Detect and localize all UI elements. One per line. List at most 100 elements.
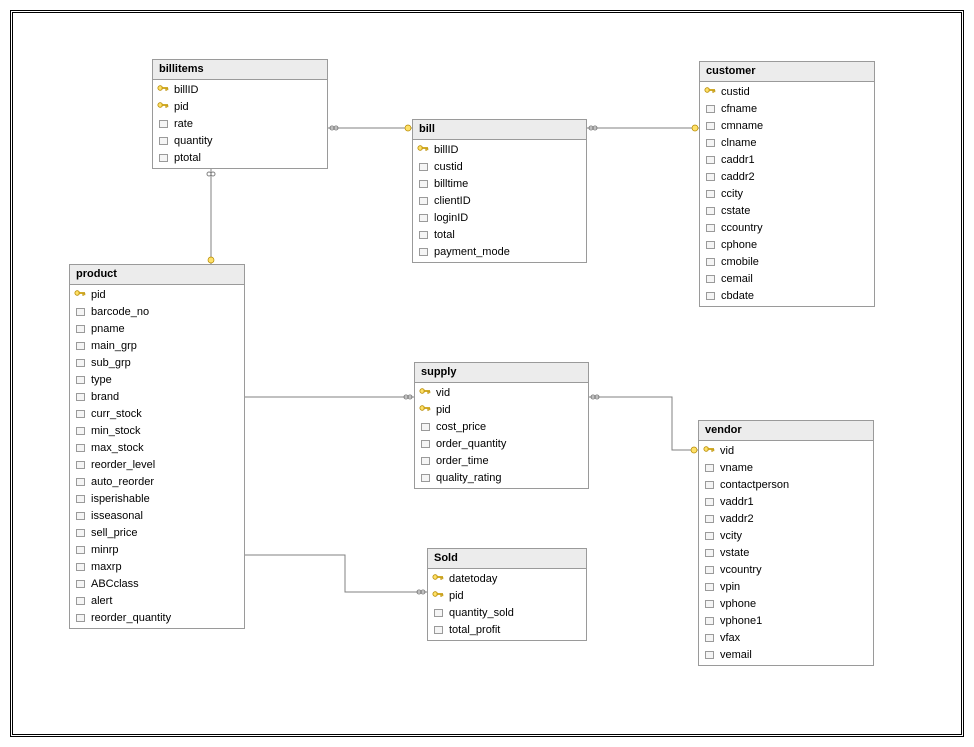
column-row[interactable]: cost_price — [415, 418, 588, 435]
primary-key-icon — [156, 84, 170, 96]
column-row[interactable]: pid — [70, 286, 244, 303]
entity-title[interactable]: customer — [700, 62, 874, 82]
column-name: billID — [430, 144, 458, 156]
column-row[interactable]: rate — [153, 115, 327, 132]
entity-sold[interactable]: Solddatetodaypidquantity_soldtotal_profi… — [427, 548, 587, 641]
column-row[interactable]: cemail — [700, 270, 874, 287]
column-row[interactable]: vphone — [699, 595, 873, 612]
column-icon — [73, 561, 87, 573]
entity-vendor[interactable]: vendorvidvnamecontactpersonvaddr1vaddr2v… — [698, 420, 874, 666]
column-icon — [73, 306, 87, 318]
column-name: cmname — [717, 120, 763, 132]
column-row[interactable]: ccity — [700, 185, 874, 202]
column-row[interactable]: quantity_sold — [428, 604, 586, 621]
column-row[interactable]: auto_reorder — [70, 473, 244, 490]
column-row[interactable]: cbdate — [700, 287, 874, 304]
column-row[interactable]: vcountry — [699, 561, 873, 578]
column-row[interactable]: clname — [700, 134, 874, 151]
column-row[interactable]: maxrp — [70, 558, 244, 575]
column-row[interactable]: pid — [415, 401, 588, 418]
column-row[interactable]: isseasonal — [70, 507, 244, 524]
column-icon — [703, 222, 717, 234]
entity-columns: datetodaypidquantity_soldtotal_profit — [428, 569, 586, 640]
column-row[interactable]: vfax — [699, 629, 873, 646]
entity-billitems[interactable]: billitemsbillIDpidratequantity ptotal — [152, 59, 328, 169]
column-row[interactable]: vname — [699, 459, 873, 476]
column-name: order_time — [432, 455, 489, 467]
column-row[interactable]: brand — [70, 388, 244, 405]
column-row[interactable]: reorder_level — [70, 456, 244, 473]
entity-title[interactable]: billitems — [153, 60, 327, 80]
entity-columns: billIDpidratequantity ptotal — [153, 80, 327, 168]
column-row[interactable]: min_stock — [70, 422, 244, 439]
column-icon — [418, 455, 432, 467]
column-row[interactable]: datetoday — [428, 570, 586, 587]
column-row[interactable]: quality_rating — [415, 469, 588, 486]
column-row[interactable]: custid — [700, 83, 874, 100]
column-row[interactable]: type — [70, 371, 244, 388]
column-row[interactable]: custid — [413, 158, 586, 175]
column-row[interactable]: order_quantity — [415, 435, 588, 452]
column-row[interactable]: vaddr2 — [699, 510, 873, 527]
column-row[interactable]: isperishable — [70, 490, 244, 507]
column-name: ptotal — [170, 152, 201, 164]
column-row[interactable]: reorder_quantity — [70, 609, 244, 626]
column-row[interactable]: caddr2 — [700, 168, 874, 185]
column-row[interactable]: total — [413, 226, 586, 243]
column-row[interactable]: cphone — [700, 236, 874, 253]
column-row[interactable]: cmname — [700, 117, 874, 134]
column-row[interactable]: vphone1 — [699, 612, 873, 629]
column-row[interactable]: caddr1 — [700, 151, 874, 168]
column-row[interactable]: vstate — [699, 544, 873, 561]
entity-title[interactable]: bill — [413, 120, 586, 140]
column-row[interactable]: contactperson — [699, 476, 873, 493]
entity-customer[interactable]: customercustidcfname cmname clnamecaddr1ca… — [699, 61, 875, 307]
column-row[interactable]: total_profit — [428, 621, 586, 638]
column-row[interactable]: sub_grp — [70, 354, 244, 371]
column-row[interactable]: vid — [699, 442, 873, 459]
column-row[interactable]: max_stock — [70, 439, 244, 456]
column-row[interactable]: vpin — [699, 578, 873, 595]
column-row[interactable]: pid — [428, 587, 586, 604]
entity-bill[interactable]: bill billID custidbilltimeclientIDloginID t… — [412, 119, 587, 263]
column-name: total — [430, 229, 455, 241]
column-row[interactable]: cfname — [700, 100, 874, 117]
column-row[interactable]: pname — [70, 320, 244, 337]
column-row[interactable]: ccountry — [700, 219, 874, 236]
column-row[interactable]: payment_mode — [413, 243, 586, 260]
column-row[interactable]: sell_price — [70, 524, 244, 541]
entity-title[interactable]: supply — [415, 363, 588, 383]
column-icon — [431, 607, 445, 619]
column-row[interactable]: vid — [415, 384, 588, 401]
entity-title[interactable]: vendor — [699, 421, 873, 441]
column-row[interactable]: barcode_no — [70, 303, 244, 320]
entity-title[interactable]: Sold — [428, 549, 586, 569]
column-row[interactable]: cmobile — [700, 253, 874, 270]
column-row[interactable]: vaddr1 — [699, 493, 873, 510]
column-row[interactable]: vcity — [699, 527, 873, 544]
column-row[interactable]: order_time — [415, 452, 588, 469]
column-row[interactable]: loginID — [413, 209, 586, 226]
column-row[interactable]: main_grp — [70, 337, 244, 354]
column-row[interactable]: quantity — [153, 132, 327, 149]
column-row[interactable]: billID — [153, 81, 327, 98]
entity-title[interactable]: product — [70, 265, 244, 285]
column-row[interactable]: ABCclass — [70, 575, 244, 592]
column-icon — [73, 408, 87, 420]
column-row[interactable]: alert — [70, 592, 244, 609]
entity-product[interactable]: productpidbarcode_nopnamemain_grpsub_grp… — [69, 264, 245, 629]
column-row[interactable]: clientID — [413, 192, 586, 209]
column-row[interactable]: minrp — [70, 541, 244, 558]
column-row[interactable]: vemail — [699, 646, 873, 663]
column-name: minrp — [87, 544, 119, 556]
column-row[interactable]: cstate — [700, 202, 874, 219]
column-row[interactable]: pid — [153, 98, 327, 115]
column-icon — [156, 152, 170, 164]
entity-supply[interactable]: supplyvidpidcost_priceorder_quantityorde… — [414, 362, 589, 489]
column-row[interactable]: curr_stock — [70, 405, 244, 422]
column-icon — [431, 624, 445, 636]
column-row[interactable]: billID — [413, 141, 586, 158]
primary-key-icon — [418, 387, 432, 399]
column-row[interactable]: billtime — [413, 175, 586, 192]
column-row[interactable]: ptotal — [153, 149, 327, 166]
